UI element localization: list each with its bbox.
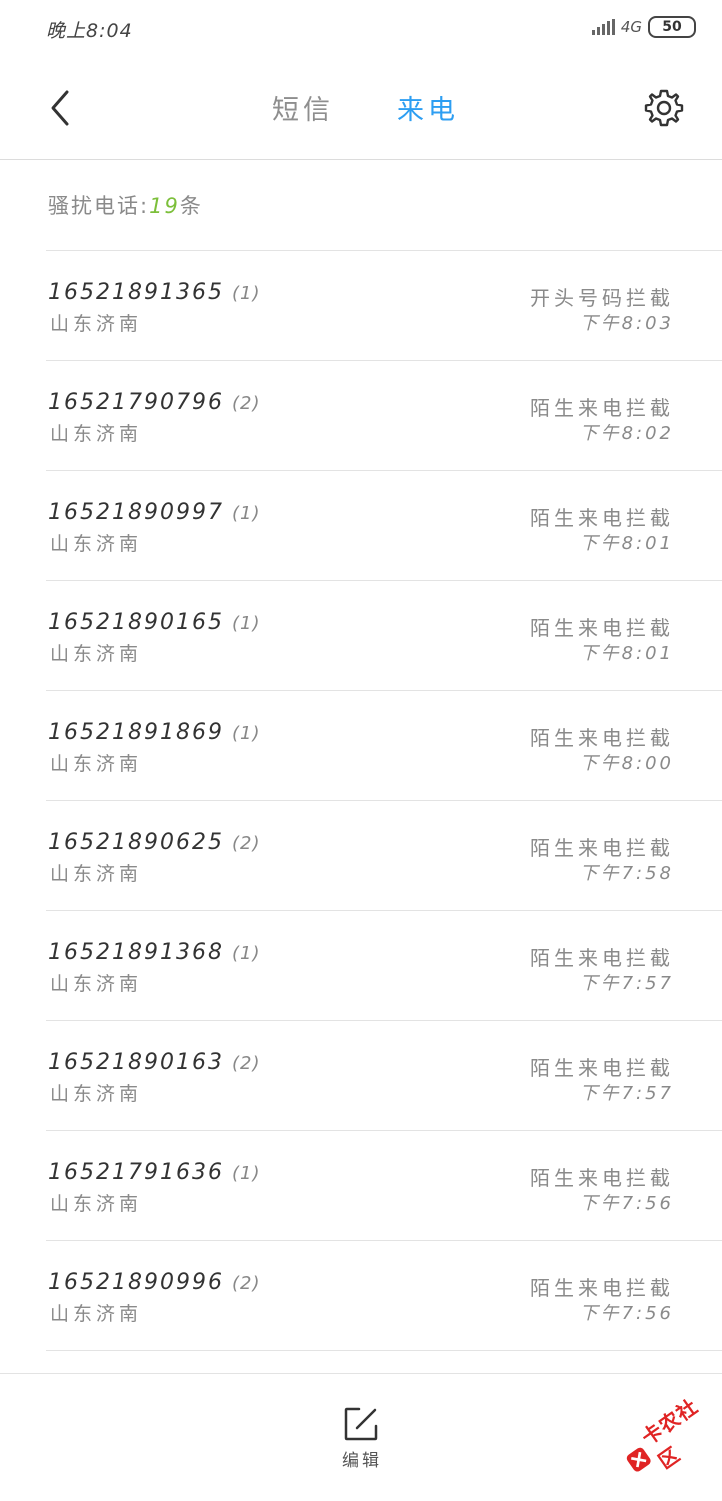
network-type: 4G: [620, 18, 642, 36]
call-number-line: 16521890997 (1): [48, 500, 260, 525]
call-row[interactable]: 16521791636 (1) 山东济南 陌生来电拦截 下午7:56: [46, 1131, 722, 1241]
back-button[interactable]: [40, 86, 80, 130]
call-time: 下午7:56: [579, 1303, 674, 1324]
call-count: (1): [231, 1163, 261, 1184]
call-number-line: 16521891365 (1): [48, 280, 260, 305]
gear-icon: [644, 89, 684, 127]
status-indicators: 4G 50: [591, 16, 696, 38]
status-time: 晚上8:04: [46, 20, 133, 42]
back-arrow-icon: [51, 90, 69, 126]
tab-sms[interactable]: 短信: [272, 88, 334, 127]
bottom-bar: 编辑: [0, 1373, 722, 1501]
call-count: (1): [231, 503, 261, 524]
call-location: 山东济南: [50, 1193, 143, 1215]
call-row[interactable]: 16521890996 (2) 山东济南 陌生来电拦截 下午7:56: [46, 1241, 722, 1351]
call-count: (2): [231, 393, 261, 414]
call-count: (1): [231, 613, 261, 634]
block-type: 陌生来电拦截: [530, 836, 674, 860]
summary-count: 19: [149, 194, 180, 218]
call-time: 下午7:57: [579, 1083, 674, 1104]
call-time: 下午8:02: [579, 423, 674, 444]
block-type: 陌生来电拦截: [530, 1276, 674, 1300]
call-location: 山东济南: [50, 313, 143, 335]
battery-level: 50: [662, 19, 682, 35]
call-location: 山东济南: [50, 423, 143, 445]
call-time: 下午8:00: [579, 753, 674, 774]
call-number-line: 16521890165 (1): [48, 610, 260, 635]
call-location: 山东济南: [50, 1083, 143, 1105]
call-location: 山东济南: [50, 753, 143, 775]
phone-number: 16521890996: [48, 1270, 224, 1295]
phone-number: 16521891368: [48, 940, 224, 965]
call-time: 下午7:58: [579, 863, 674, 884]
call-time: 下午7:57: [579, 973, 674, 994]
header: 短信 来电: [0, 58, 722, 160]
call-location: 山东济南: [50, 1303, 143, 1325]
call-count: (2): [231, 833, 261, 854]
call-row[interactable]: 16521891368 (1) 山东济南 陌生来电拦截 下午7:57: [46, 911, 722, 1021]
edit-label: 编辑: [342, 1451, 382, 1471]
call-number-line: 16521890163 (2): [48, 1050, 260, 1075]
call-number-line: 16521790796 (2): [48, 390, 260, 415]
call-row[interactable]: 16521890625 (2) 山东济南 陌生来电拦截 下午7:58: [46, 801, 722, 911]
call-location: 山东济南: [50, 643, 143, 665]
call-number-line: 16521891368 (1): [48, 940, 260, 965]
phone-number: 16521890625: [48, 830, 224, 855]
call-time: 下午8:03: [579, 313, 674, 334]
call-count: (2): [231, 1273, 261, 1294]
call-number-line: 16521891869 (1): [48, 720, 260, 745]
harassment-summary: 骚扰电话:19条: [48, 190, 203, 220]
call-row[interactable]: 16521890163 (2) 山东济南 陌生来电拦截 下午7:57: [46, 1021, 722, 1131]
phone-number: 16521891869: [48, 720, 224, 745]
settings-button[interactable]: [644, 88, 684, 128]
call-row[interactable]: 16521890165 (1) 山东济南 陌生来电拦截 下午8:01: [46, 581, 722, 691]
block-type: 陌生来电拦截: [530, 1166, 674, 1190]
signal-icon: [591, 19, 615, 35]
call-row[interactable]: 16521890997 (1) 山东济南 陌生来电拦截 下午8:01: [46, 471, 722, 581]
call-row[interactable]: 16521891869 (1) 山东济南 陌生来电拦截 下午8:00: [46, 691, 722, 801]
call-location: 山东济南: [50, 533, 143, 555]
summary-label: 骚扰电话:: [48, 194, 150, 218]
call-time: 下午8:01: [579, 643, 674, 664]
call-count: (1): [231, 723, 261, 744]
call-count: (1): [231, 943, 261, 964]
tab-calls[interactable]: 来电: [397, 88, 459, 127]
edit-button[interactable]: 编辑: [330, 1402, 392, 1474]
call-location: 山东济南: [50, 863, 143, 885]
call-number-line: 16521791636 (1): [48, 1160, 260, 1185]
phone-number: 16521891365: [48, 280, 224, 305]
call-row[interactable]: 16521891365 (1) 山东济南 开头号码拦截 下午8:03: [46, 251, 722, 361]
call-location: 山东济南: [50, 973, 143, 995]
status-bar: 晚上8:04 4G 50: [0, 0, 722, 58]
block-type: 陌生来电拦截: [530, 726, 674, 750]
summary-suffix: 条: [179, 194, 203, 218]
call-number-line: 16521890996 (2): [48, 1270, 260, 1295]
call-count: (1): [231, 283, 261, 304]
call-time: 下午8:01: [579, 533, 674, 554]
battery-icon: 50: [648, 16, 696, 38]
edit-icon: [344, 1407, 378, 1441]
phone-number: 16521890165: [48, 610, 224, 635]
call-time: 下午7:56: [579, 1193, 674, 1214]
block-type: 陌生来电拦截: [530, 1056, 674, 1080]
block-type: 陌生来电拦截: [530, 396, 674, 420]
call-row[interactable]: 16521790796 (2) 山东济南 陌生来电拦截 下午8:02: [46, 361, 722, 471]
call-number-line: 16521890625 (2): [48, 830, 260, 855]
call-count: (2): [231, 1053, 261, 1074]
phone-number: 16521890997: [48, 500, 224, 525]
phone-number: 16521791636: [48, 1160, 224, 1185]
block-type: 陌生来电拦截: [530, 506, 674, 530]
block-type: 陌生来电拦截: [530, 946, 674, 970]
phone-number: 16521790796: [48, 390, 224, 415]
blocked-calls-list: 16521891365 (1) 山东济南 开头号码拦截 下午8:03 165217…: [46, 250, 722, 1351]
block-type: 开头号码拦截: [530, 286, 674, 310]
phone-number: 16521890163: [48, 1050, 224, 1075]
block-type: 陌生来电拦截: [530, 616, 674, 640]
